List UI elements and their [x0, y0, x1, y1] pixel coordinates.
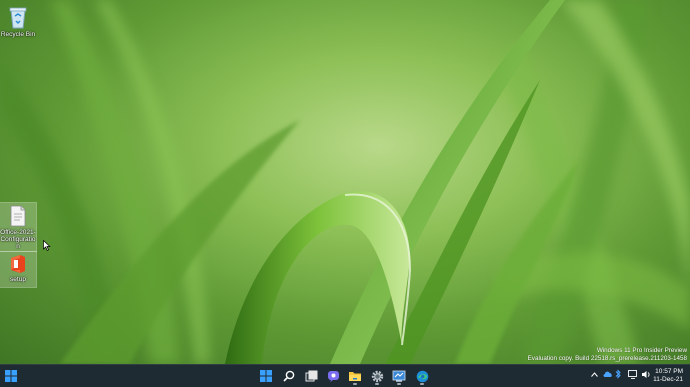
- bluetooth-tray-icon[interactable]: [613, 369, 623, 379]
- task-view-icon: [305, 370, 317, 382]
- system-tray: [589, 369, 652, 379]
- search-icon: [283, 370, 295, 382]
- mouse-cursor-icon: [43, 240, 51, 251]
- search-button[interactable]: [280, 367, 298, 385]
- volume-tray-icon[interactable]: [640, 370, 652, 379]
- document-icon: [10, 205, 26, 227]
- taskbar: 10:57 PM 11-Dec-21: [0, 364, 690, 387]
- office-config-label: Office-2021-Configuratio n: [0, 229, 36, 250]
- folder-icon: [349, 372, 361, 381]
- clock-time: 10:57 PM: [655, 368, 683, 375]
- desktop-icon-office-config[interactable]: Office-2021-Configuratio n: [0, 202, 37, 252]
- setup-label: setup: [10, 276, 26, 283]
- show-hidden-icons-chevron-icon[interactable]: [589, 371, 599, 377]
- settings-button[interactable]: [368, 367, 386, 385]
- edge-button[interactable]: [413, 367, 431, 385]
- clock-date: 11-Dec-21: [653, 376, 683, 383]
- desktop-icon-recycle-bin[interactable]: Recycle Bin: [0, 5, 36, 38]
- desktop: Recycle Bin Office-2021-Configuratio n s…: [0, 0, 690, 364]
- windows-watermark: Windows 11 Pro Insider Preview Evaluatio…: [528, 347, 687, 362]
- control-panel-button[interactable]: [390, 367, 408, 385]
- wallpaper-grass: [0, 0, 690, 364]
- onedrive-tray-icon[interactable]: [602, 370, 613, 378]
- chat-button[interactable]: [324, 367, 342, 385]
- start-button-left[interactable]: [2, 367, 20, 385]
- watermark-edition: Windows 11 Pro Insider Preview: [596, 347, 687, 354]
- recycle-bin-label: Recycle Bin: [0, 31, 36, 38]
- office-icon: [11, 255, 25, 273]
- windows-logo-icon: [260, 370, 272, 382]
- start-button[interactable]: [257, 367, 275, 385]
- network-tray-icon[interactable]: [626, 369, 640, 379]
- recycle-bin-icon: [9, 7, 27, 29]
- file-explorer-button[interactable]: [346, 367, 364, 385]
- desktop-icon-setup[interactable]: setup: [0, 251, 37, 288]
- watermark-build: Evaluation copy. Build 22518.rs_prerelea…: [527, 354, 687, 362]
- gear-icon: [371, 370, 383, 382]
- task-view-button[interactable]: [302, 367, 320, 385]
- chat-icon: [327, 371, 339, 382]
- control-panel-icon: [392, 370, 406, 382]
- edge-icon: [416, 370, 428, 382]
- windows-logo-icon: [5, 370, 17, 382]
- taskbar-clock[interactable]: 10:57 PM 11-Dec-21: [653, 368, 683, 384]
